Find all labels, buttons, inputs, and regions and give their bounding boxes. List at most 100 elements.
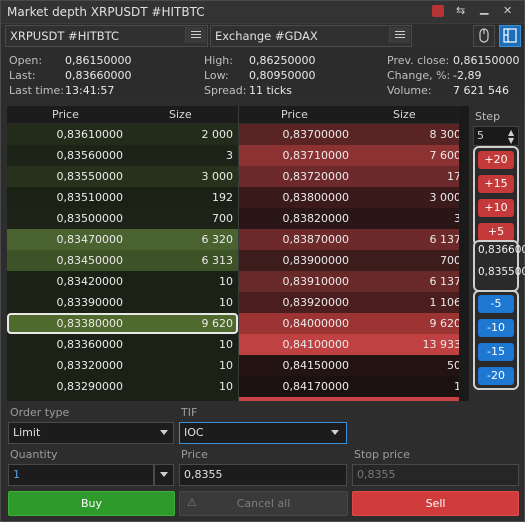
bid-header: Price Size	[7, 106, 238, 124]
step-minus-10-button[interactable]: -10	[478, 319, 514, 337]
bid-row[interactable]: 0,83360000 10	[7, 334, 238, 355]
stats-panel: Open: 0,86150000 High: 0,86250000 Prev. …	[1, 49, 524, 101]
bid-row[interactable]: 0,83450000 6 313	[7, 250, 238, 271]
bid-row[interactable]: 0,83260000 10	[7, 397, 238, 401]
ask-size: 7 600	[429, 149, 462, 162]
ask-price: 0,83920000	[282, 296, 349, 309]
symbol-value: XRPUSDT #HITBTC	[10, 29, 120, 43]
ask-price: 0,83910000	[282, 275, 349, 288]
restore-icon[interactable]: ⇆	[455, 5, 467, 17]
bid-row[interactable]: 0,83610000 2 000	[7, 124, 238, 145]
step-minus-15-button[interactable]: -15	[478, 343, 514, 361]
step-input[interactable]: 5 ▲ ▼	[473, 126, 519, 146]
bid-row[interactable]: 0,83510000 192	[7, 187, 238, 208]
ask-row[interactable]: 0,83910000 6 137	[239, 271, 469, 292]
ask-row[interactable]: 0,84210000 12 440	[239, 397, 469, 401]
cancel-all-button[interactable]: ⚠ Cancel all	[179, 491, 348, 516]
mouse-trading-icon[interactable]	[473, 25, 495, 47]
order-type-select[interactable]: Limit	[8, 422, 174, 444]
ask-size-header: Size	[393, 108, 416, 121]
last-label: Last:	[9, 69, 36, 82]
ask-row[interactable]: 0,83700000 8 300	[239, 124, 469, 145]
bid-row[interactable]: 0,83550000 3 000	[7, 166, 238, 187]
stop-price-value: 0,8355	[357, 468, 396, 481]
bid-size: 10	[219, 275, 233, 288]
symbol-selector[interactable]: XRPUSDT #HITBTC	[5, 25, 208, 47]
link-color-button[interactable]	[432, 5, 444, 17]
step-up-group: +20 +15 +10 +5	[473, 146, 519, 246]
quantity-input[interactable]: 1	[8, 464, 154, 486]
sell-button[interactable]: Sell	[352, 491, 519, 516]
ask-size: 3 000	[429, 191, 462, 204]
prev-close-label: Prev. close:	[387, 54, 450, 67]
open-value: 0,86150000	[65, 54, 132, 67]
bid-size: 3	[226, 149, 233, 162]
ask-size: 700	[440, 254, 461, 267]
bid-row[interactable]: 0,83290000 10	[7, 376, 238, 397]
step-plus-10-button[interactable]: +10	[478, 199, 514, 217]
ask-row[interactable]: 0,84150000 50	[239, 355, 469, 376]
step-plus-15-button[interactable]: +15	[478, 175, 514, 193]
minimize-icon[interactable]: ▁	[478, 3, 490, 17]
high-value: 0,86250000	[249, 54, 316, 67]
bid-size: 192	[212, 191, 233, 204]
book-scrollbar[interactable]	[459, 106, 469, 401]
exchange-selector[interactable]: Exchange #GDAX	[210, 25, 412, 47]
step-minus-5-button[interactable]: -5	[478, 295, 514, 313]
mid-prices-box: 0,83660000 0,83550000	[473, 240, 525, 292]
bid-row[interactable]: 0,83560000 3	[7, 145, 238, 166]
bid-row[interactable]: 0,83320000 10	[7, 355, 238, 376]
bid-row[interactable]: 0,83470000 6 320	[7, 229, 238, 250]
ask-row[interactable]: 0,83870000 6 137	[239, 229, 469, 250]
quantity-dropdown[interactable]	[154, 464, 174, 486]
bid-row[interactable]: 0,83420000 10	[7, 271, 238, 292]
ask-row[interactable]: 0,83920000 1 106	[239, 292, 469, 313]
ask-row[interactable]: 0,83800000 3 000	[239, 187, 469, 208]
step-plus-5-button[interactable]: +5	[478, 223, 514, 241]
ask-row[interactable]: 0,83720000 17	[239, 166, 469, 187]
ask-row[interactable]: 0,83820000 3	[239, 208, 469, 229]
step-minus-20-button[interactable]: -20	[478, 367, 514, 385]
tif-value: IOC	[184, 426, 204, 439]
ask-price: 0,83720000	[282, 170, 349, 183]
bid-row[interactable]: 0,83390000 10	[7, 292, 238, 313]
ask-row[interactable]: 0,83900000 700	[239, 250, 469, 271]
window-title: Market depth XRPUSDT #HITBTC	[7, 5, 205, 19]
step-value: 5	[477, 129, 484, 142]
ask-row[interactable]: 0,84170000 1	[239, 376, 469, 397]
bid-size: 2 000	[201, 128, 234, 141]
step-panel: Step 5 ▲ ▼ +20 +15 +10 +5 0,83660000 0,8…	[471, 106, 525, 396]
last-value: 0,83660000	[65, 69, 132, 82]
bid-price: 0,83420000	[56, 275, 123, 288]
ask-price: 0,84170000	[282, 380, 349, 393]
bid-price-header: Price	[52, 108, 79, 121]
ask-size: 8 300	[429, 128, 462, 141]
ask-row[interactable]: 0,84100000 13 933	[239, 334, 469, 355]
layout-toggle-icon[interactable]	[499, 25, 521, 47]
bid-row[interactable]: 0,83500000 700	[7, 208, 238, 229]
ask-price: 0,83870000	[282, 233, 349, 246]
step-plus-20-button[interactable]: +20	[478, 151, 514, 169]
ask-size: 3	[454, 212, 461, 225]
ask-size: 6 137	[429, 233, 462, 246]
quantity-value: 1	[13, 468, 20, 481]
close-icon[interactable]: ✕	[501, 5, 513, 17]
list-icon[interactable]	[185, 27, 206, 43]
buy-button[interactable]: Buy	[8, 491, 175, 516]
step-label: Step	[475, 110, 501, 123]
ask-row[interactable]: 0,84000000 9 620	[239, 313, 469, 334]
bid-price: 0,83560000	[56, 149, 123, 162]
bid-size: 10	[219, 359, 233, 372]
last-time-label: Last time:	[9, 84, 64, 97]
ask-price: 0,84000000	[282, 317, 349, 330]
ask-size: 1	[454, 380, 461, 393]
price-input[interactable]: 0,8355	[179, 464, 347, 486]
bid-price: 0,83260000	[13, 397, 123, 401]
order-book[interactable]: Price Size Price Size 0,83610000 2 000 0,8…	[7, 106, 469, 401]
list-icon[interactable]	[389, 27, 410, 43]
ask-size: 1 106	[429, 296, 462, 309]
tif-select[interactable]: IOC	[179, 422, 347, 444]
ask-row[interactable]: 0,83710000 7 600	[239, 145, 469, 166]
bid-row[interactable]: 0,83380000 9 620	[7, 313, 238, 334]
bid-price: 0,83510000	[56, 191, 123, 204]
